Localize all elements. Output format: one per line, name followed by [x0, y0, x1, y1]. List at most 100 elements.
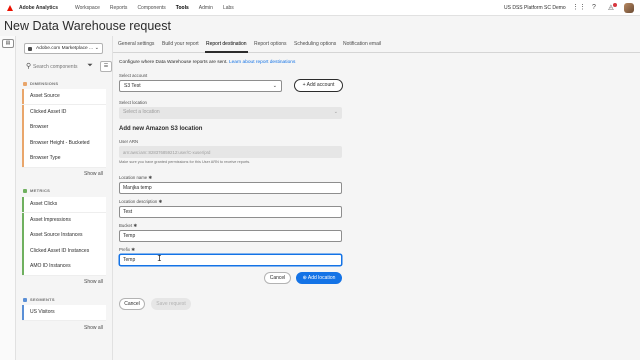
add-location-label: Add location: [307, 275, 336, 281]
list-view-icon[interactable]: ☰: [100, 61, 112, 72]
location-description-field[interactable]: [119, 206, 342, 218]
location-description-label: Location description ✱: [119, 199, 162, 205]
report-suite-value: Adobe.com Marketplace ...: [36, 46, 94, 51]
filter-icon[interactable]: ⏷: [86, 62, 94, 70]
search-icon: ⚲: [26, 63, 32, 70]
add-account-button[interactable]: + Add account: [294, 79, 343, 92]
cancel-location-button[interactable]: Cancel: [264, 272, 291, 284]
nav-link-labs[interactable]: Labs: [223, 5, 234, 11]
org-switcher[interactable]: US DSS Platform SC Demo: [504, 5, 566, 11]
chevron-down-icon: ⌄: [333, 109, 338, 115]
tab-report-destination[interactable]: Report destination: [206, 41, 247, 47]
list-item[interactable]: Asset Impressions: [22, 212, 106, 228]
list-item[interactable]: Asset Source Instances: [22, 228, 106, 244]
select-account-label: Select account: [119, 73, 148, 78]
metrics-heading: METRICS: [23, 188, 50, 193]
location-name-label-text: Location name: [119, 175, 148, 180]
nav-link-tools[interactable]: Tools: [176, 5, 189, 11]
segments-icon: [23, 297, 27, 302]
add-account-label: Add account: [306, 82, 335, 88]
prefix-field[interactable]: [119, 254, 342, 266]
left-rail: ▤: [0, 36, 16, 360]
report-suite-select[interactable]: Adobe.com Marketplace ... ⌄: [24, 43, 103, 54]
location-select[interactable]: Select a location ⌄: [119, 107, 342, 119]
component-search: ⚲ ⏷ ☰: [24, 61, 112, 73]
list-item[interactable]: Asset Source: [22, 89, 106, 105]
list-item[interactable]: Asset Clicks: [22, 197, 106, 213]
bucket-field[interactable]: [119, 230, 342, 242]
components-panel: Adobe.com Marketplace ... ⌄ ⚲ ⏷ ☰ DIMENS…: [17, 36, 113, 360]
nav-link-reports[interactable]: Reports: [110, 5, 128, 11]
list-item[interactable]: Clicked Asset ID Instances: [22, 243, 106, 260]
user-avatar[interactable]: [624, 3, 634, 13]
search-components-input[interactable]: [33, 62, 81, 72]
list-item[interactable]: Browser Height - Bucketed: [22, 135, 106, 152]
account-select[interactable]: S3 Test ⌄: [119, 80, 282, 92]
tab-scheduling-options[interactable]: Scheduling options: [294, 41, 336, 47]
list-item[interactable]: Clicked Asset ID: [22, 104, 106, 120]
location-select-placeholder: Select a location: [123, 109, 160, 115]
adobe-logo-icon[interactable]: [7, 4, 13, 11]
plus-circle-icon: ⊕: [302, 275, 307, 281]
nav-link-workspace[interactable]: Workspace: [75, 5, 100, 11]
help-icon[interactable]: ?: [590, 4, 598, 12]
tab-general-settings[interactable]: General settings: [118, 41, 154, 47]
top-nav: Adobe Analytics Workspace Reports Compon…: [0, 0, 640, 16]
cancel-button[interactable]: Cancel: [119, 298, 145, 310]
bucket-label: Bucket ✱: [119, 223, 137, 229]
add-location-button[interactable]: ⊕ Add location: [296, 272, 342, 284]
segments-title: SEGMENTS: [30, 297, 55, 302]
account-select-value: S3 Test: [124, 83, 141, 89]
list-item[interactable]: Browser: [22, 120, 106, 136]
nav-link-admin[interactable]: Admin: [199, 5, 213, 11]
user-arn-label: User ARN: [119, 139, 139, 144]
tab-bar: General settings Build your report Repor…: [113, 36, 640, 53]
panel-toggle-icon[interactable]: ▤: [2, 39, 14, 48]
dimensions-show-all[interactable]: Show all: [84, 171, 103, 177]
location-name-field[interactable]: [119, 182, 342, 194]
intro-text: Configure where Data Warehouse reports a…: [119, 60, 295, 65]
dimensions-list: Asset Source Clicked Asset ID Browser Br…: [22, 89, 106, 167]
notification-badge: [613, 3, 617, 7]
report-suite-icon: [28, 47, 32, 51]
segments-heading: SEGMENTS: [23, 297, 55, 302]
page-title: New Data Warehouse request: [4, 19, 171, 33]
save-request-button[interactable]: Save request: [151, 298, 191, 310]
list-item[interactable]: Browser Type: [22, 151, 106, 167]
metrics-icon: [23, 188, 27, 193]
tab-notification-email[interactable]: Notification email: [343, 41, 381, 47]
required-asterisk-icon: ✱: [133, 223, 137, 228]
list-item[interactable]: AMO ID Instances: [22, 259, 106, 275]
intro-sentence: Configure where Data Warehouse reports a…: [119, 60, 228, 65]
location-name-label: Location name ✱: [119, 175, 152, 181]
segments-list: US Visitors: [22, 305, 106, 321]
required-asterisk-icon: ✱: [131, 247, 135, 252]
tab-build-your-report[interactable]: Build your report: [162, 41, 199, 47]
plus-icon: +: [302, 82, 306, 88]
learn-more-link[interactable]: Learn about report destinations: [229, 60, 295, 65]
active-tab-indicator: [205, 51, 248, 53]
metrics-show-all[interactable]: Show all: [84, 279, 103, 285]
prefix-label: Prefix ✱: [119, 247, 135, 253]
tab-report-options[interactable]: Report options: [254, 41, 287, 47]
metrics-title: METRICS: [30, 188, 51, 193]
required-asterisk-icon: ✱: [158, 199, 163, 204]
bucket-label-text: Bucket: [119, 223, 133, 228]
dimensions-heading: DIMENSIONS: [23, 81, 58, 86]
list-item[interactable]: US Visitors: [22, 305, 106, 321]
main-content: General settings Build your report Repor…: [113, 36, 640, 360]
prefix-label-text: Prefix: [119, 247, 130, 252]
user-arn-field: [119, 146, 342, 158]
new-location-heading: Add new Amazon S3 location: [119, 126, 203, 132]
segments-show-all[interactable]: Show all: [84, 325, 103, 331]
nav-link-components[interactable]: Components: [137, 5, 165, 11]
apps-grid-icon[interactable]: ⋮⋮: [572, 4, 586, 12]
metrics-list: Asset Clicks Asset Impressions Asset Sou…: [22, 197, 106, 275]
chevron-down-icon: ⌄: [272, 83, 277, 89]
chevron-down-icon: ⌄: [94, 45, 99, 51]
nav-links: Workspace Reports Components Tools Admin…: [75, 5, 244, 11]
required-asterisk-icon: ✱: [148, 175, 153, 180]
dimensions-title: DIMENSIONS: [30, 81, 59, 86]
app-name[interactable]: Adobe Analytics: [19, 5, 58, 11]
location-description-label-text: Location description: [119, 199, 158, 204]
